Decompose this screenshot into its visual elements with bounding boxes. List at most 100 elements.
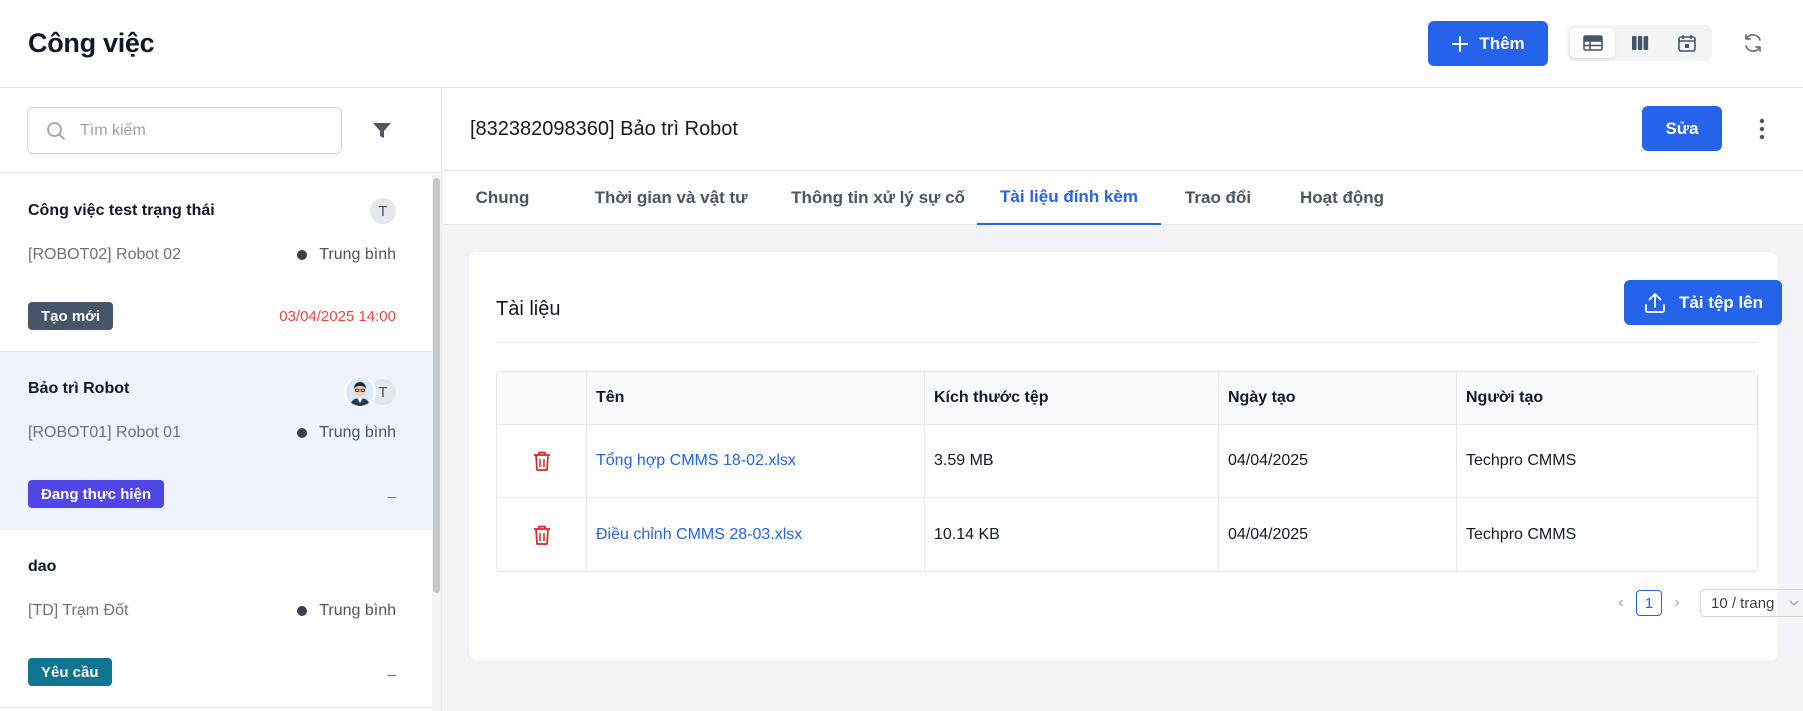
task-title: dao xyxy=(28,558,57,575)
task-due-date: _ xyxy=(387,660,396,677)
search-input[interactable] xyxy=(80,121,320,140)
priority-dot-icon xyxy=(297,428,308,438)
column-header-actions xyxy=(497,372,587,424)
detail-tabs: Chung Thời gian và vật tư Thông tin xử l… xyxy=(443,171,1803,225)
upload-button[interactable]: Tải tệp lên xyxy=(1624,280,1782,325)
detail-title: [832382098360] Bảo trì Robot xyxy=(470,118,738,140)
documents-card: Tài liệu Tải tệp lên Tên Kích thước tệp … xyxy=(469,252,1803,661)
priority-label: Trung bình xyxy=(319,246,396,263)
trash-icon xyxy=(533,451,550,471)
file-link[interactable]: Tổng hợp CMMS 18-02.xlsx xyxy=(596,452,796,470)
chevron-right-icon: › xyxy=(1674,594,1680,611)
detail-header: [832382098360] Bảo trì Robot Sửa xyxy=(443,89,1803,171)
created-date: 04/04/2025 xyxy=(1219,425,1457,497)
task-card[interactable]: Công việc test trạng thái T [ROBOT02] Ro… xyxy=(0,174,432,352)
task-priority: Trung bình xyxy=(297,246,396,264)
status-badge: Yêu cầu xyxy=(28,658,112,686)
chevron-left-icon: ‹ xyxy=(1618,594,1624,611)
file-name-cell: Điều chỉnh CMMS 28-03.xlsx xyxy=(587,498,925,571)
scrollbar-thumb[interactable] xyxy=(433,178,440,593)
actions-cell xyxy=(497,425,587,497)
task-detail-panel: [832382098360] Bảo trì Robot Sửa Chung T… xyxy=(443,89,1803,711)
task-list: Công việc test trạng thái T [ROBOT02] Ro… xyxy=(0,174,432,711)
status-badge: Đang thực hiện xyxy=(28,480,165,508)
tab-general[interactable]: Chung xyxy=(450,171,555,225)
pagination: ‹ 1 › 10 / trang xyxy=(1614,589,1803,617)
created-date: 04/04/2025 xyxy=(1219,498,1457,571)
task-list-scrollbar[interactable] xyxy=(432,174,441,711)
assignees: T xyxy=(344,376,396,408)
priority-dot-icon xyxy=(297,250,308,260)
avatar: T xyxy=(370,198,396,224)
calendar-view-icon xyxy=(1677,35,1696,52)
avatar xyxy=(344,376,376,408)
refresh-button[interactable] xyxy=(1740,30,1766,56)
page-size-select[interactable]: 10 / trang xyxy=(1700,589,1803,617)
user-avatar-icon xyxy=(346,378,374,406)
file-size: 10.14 KB xyxy=(925,498,1219,571)
task-asset: [ROBOT02] Robot 02 xyxy=(28,246,181,263)
calendar-view-button[interactable] xyxy=(1664,28,1709,58)
view-switcher xyxy=(1567,25,1712,61)
task-priority: Trung bình xyxy=(297,424,396,442)
add-button[interactable]: Thêm xyxy=(1428,21,1548,66)
prev-page-button[interactable]: ‹ xyxy=(1614,593,1628,613)
tab-discussion[interactable]: Trao đổi xyxy=(1172,171,1264,225)
top-bar: Công việc Thêm xyxy=(0,0,1803,88)
column-header-name: Tên xyxy=(587,372,925,424)
priority-dot-icon xyxy=(297,606,308,616)
edit-button[interactable]: Sửa xyxy=(1642,106,1722,151)
board-view-button[interactable] xyxy=(1617,28,1662,58)
table-view-icon xyxy=(1582,35,1603,51)
next-page-button[interactable]: › xyxy=(1670,593,1684,613)
creator: Techpro CMMS xyxy=(1466,452,1577,469)
priority-label: Trung bình xyxy=(319,424,396,441)
divider xyxy=(496,342,1758,343)
file-link[interactable]: Điều chỉnh CMMS 28-03.xlsx xyxy=(596,526,802,544)
search-icon xyxy=(47,121,65,140)
board-view-icon xyxy=(1631,36,1648,50)
delete-button[interactable] xyxy=(532,524,552,546)
file-name-cell: Tổng hợp CMMS 18-02.xlsx xyxy=(587,425,925,497)
task-card[interactable]: dao [TD] Trạm Đốt Trung bình Yêu cầu _ xyxy=(0,530,432,708)
priority-label: Trung bình xyxy=(319,602,396,619)
table-view-button[interactable] xyxy=(1570,28,1615,58)
task-asset: [TD] Trạm Đốt xyxy=(28,602,129,619)
delete-button[interactable] xyxy=(532,450,552,472)
page-title: Công việc xyxy=(28,28,155,58)
filter-button[interactable] xyxy=(370,119,394,143)
tab-incident-info[interactable]: Thông tin xử lý sự cố xyxy=(784,171,972,225)
plus-icon xyxy=(1452,35,1469,52)
assignees: T xyxy=(370,198,396,224)
creator: Techpro CMMS xyxy=(1466,525,1577,543)
actions-cell xyxy=(497,498,587,571)
documents-title: Tài liệu xyxy=(496,298,561,320)
task-priority: Trung bình xyxy=(297,602,396,620)
add-button-label: Thêm xyxy=(1479,33,1525,53)
task-title: Công việc test trạng thái xyxy=(28,202,215,219)
search-box[interactable] xyxy=(27,107,342,154)
table-row: Điều chỉnh CMMS 28-03.xlsx 10.14 KB 04/0… xyxy=(497,498,1757,571)
column-header-creator: Người tạo xyxy=(1466,389,1544,406)
more-vertical-icon xyxy=(1759,118,1765,140)
filter-icon xyxy=(373,123,391,138)
task-due-date: _ xyxy=(387,482,396,499)
task-card[interactable]: Bảo trì Robot T [ROBOT01] Robot 01 Trung… xyxy=(0,352,432,530)
upload-button-label: Tải tệp lên xyxy=(1678,292,1764,312)
documents-table: Tên Kích thước tệp Ngày tạo Người tạo Tổ… xyxy=(496,371,1758,572)
trash-icon xyxy=(533,525,550,545)
task-asset: [ROBOT01] Robot 01 xyxy=(28,424,181,441)
column-header-size: Kích thước tệp xyxy=(925,372,1219,424)
table-header: Tên Kích thước tệp Ngày tạo Người tạo xyxy=(497,372,1757,425)
search-area xyxy=(0,89,441,173)
tab-time-materials[interactable]: Thời gian và vật tư xyxy=(576,171,766,225)
tab-activity[interactable]: Hoạt động xyxy=(1285,171,1399,225)
file-size: 3.59 MB xyxy=(925,425,1219,497)
column-header-created: Ngày tạo xyxy=(1219,372,1457,424)
status-badge: Tạo mới xyxy=(28,302,114,330)
page-number[interactable]: 1 xyxy=(1636,590,1662,616)
tab-attachments[interactable]: Tài liệu đính kèm xyxy=(977,171,1161,225)
more-options-button[interactable] xyxy=(1750,116,1774,142)
chevron-down-icon xyxy=(1789,600,1799,606)
task-title: Bảo trì Robot xyxy=(28,380,130,397)
